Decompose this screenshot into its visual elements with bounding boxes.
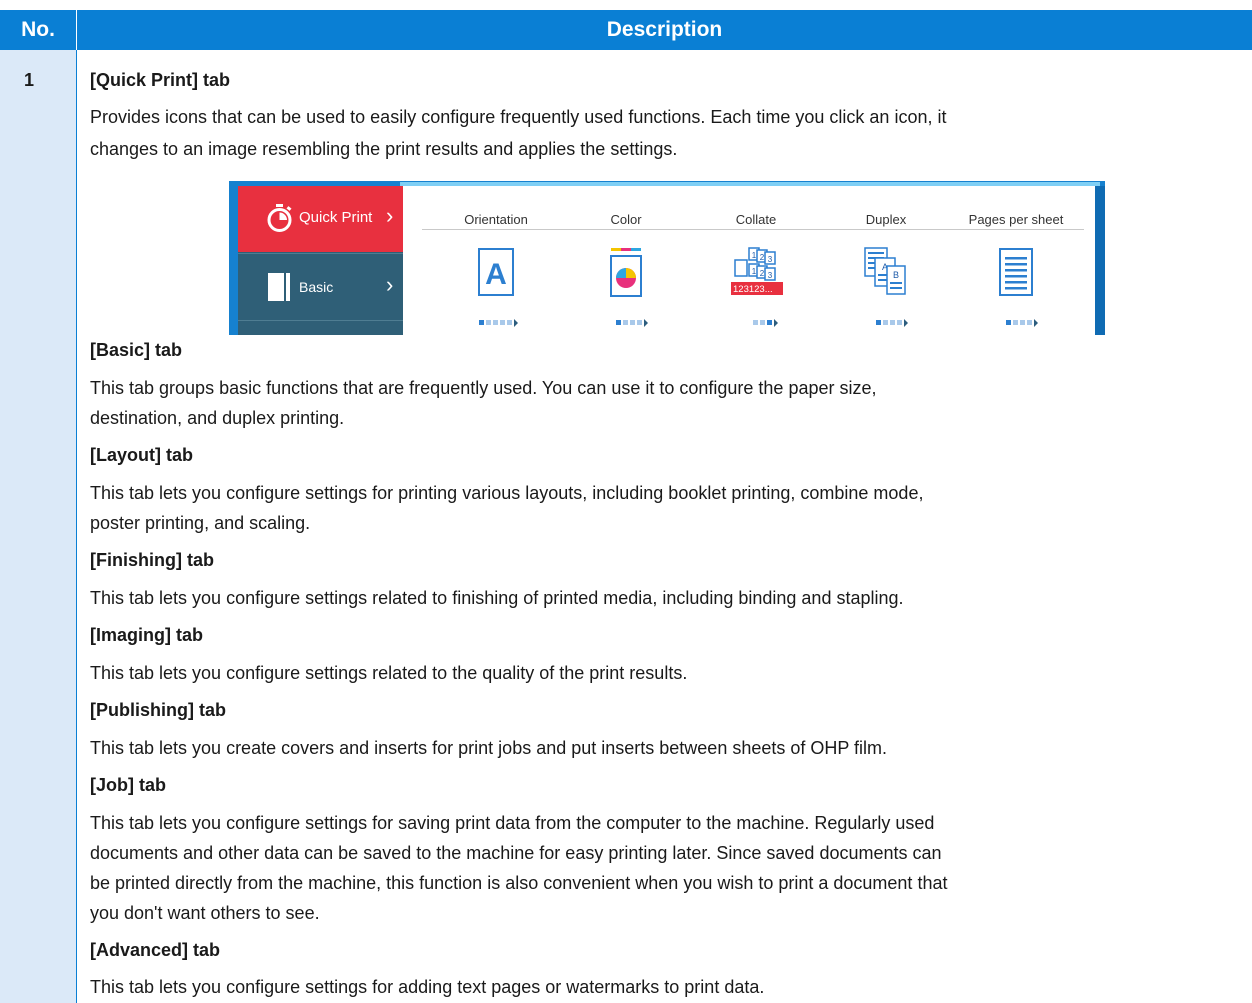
basic-text-2: destination, and duplex printing. bbox=[90, 408, 345, 428]
svg-text:2: 2 bbox=[760, 269, 765, 278]
layout-heading: [Layout] tab bbox=[90, 445, 193, 465]
sidebar-item-quick-print[interactable]: Quick Print › bbox=[238, 186, 403, 252]
quick-print-screenshot: Quick Print › Basic › Orientation A Colo… bbox=[229, 181, 1105, 335]
collate-stack-icon: 1 2 3 1 2 3 123123... bbox=[731, 247, 783, 295]
svg-text:3: 3 bbox=[768, 255, 773, 264]
single-page-icon bbox=[999, 248, 1033, 296]
svg-text:3: 3 bbox=[768, 271, 773, 280]
quick-print-options: Orientation A Color Collate 1 2 3 1 2 3 … bbox=[403, 186, 1095, 335]
sidebar-label-quick-print: Quick Print bbox=[299, 209, 373, 226]
job-text-2: documents and other data can be saved to… bbox=[90, 843, 942, 863]
sidebar-label-basic: Basic bbox=[299, 279, 334, 295]
svg-text:123123...: 123123... bbox=[733, 284, 773, 295]
job-text-3: be printed directly from the machine, th… bbox=[90, 873, 948, 893]
imaging-text-1: This tab lets you configure settings rel… bbox=[90, 663, 688, 683]
advanced-text-1: This tab lets you configure settings for… bbox=[90, 977, 765, 997]
finishing-text-1: This tab lets you configure settings rel… bbox=[90, 588, 904, 608]
svg-text:1: 1 bbox=[752, 251, 757, 260]
basic-heading: [Basic] tab bbox=[90, 340, 183, 360]
quick-print-text-1: Provides icons that can be used to easil… bbox=[90, 107, 947, 127]
svg-text:1: 1 bbox=[752, 267, 757, 276]
header-no: No. bbox=[21, 18, 55, 41]
svg-text:A: A bbox=[485, 258, 507, 291]
option-label: Pages per sheet bbox=[968, 212, 1064, 227]
job-text-1: This tab lets you configure settings for… bbox=[90, 813, 935, 833]
option-orientation[interactable]: Orientation A bbox=[431, 186, 561, 335]
chevron-right-icon: › bbox=[386, 203, 394, 228]
option-color[interactable]: Color bbox=[561, 186, 691, 335]
screenshot-right-border bbox=[1095, 186, 1105, 335]
column-divider bbox=[76, 50, 77, 1003]
option-dots bbox=[601, 319, 651, 327]
svg-text:B: B bbox=[893, 270, 899, 280]
svg-text:2: 2 bbox=[760, 253, 765, 262]
option-dots bbox=[471, 319, 521, 327]
option-label: Duplex bbox=[865, 212, 907, 227]
header-description: Description bbox=[606, 18, 723, 41]
job-heading: [Job] tab bbox=[90, 775, 166, 795]
basic-text-1: This tab groups basic functions that are… bbox=[90, 378, 877, 398]
option-dots bbox=[991, 319, 1041, 327]
option-dots bbox=[861, 319, 911, 327]
number-column bbox=[0, 50, 76, 1003]
layout-text-1: This tab lets you configure settings for… bbox=[90, 483, 924, 503]
option-label: Orientation bbox=[464, 212, 528, 227]
chevron-right-icon: › bbox=[386, 272, 394, 297]
quick-print-text-2: changes to an image resembling the print… bbox=[90, 139, 678, 159]
screenshot-sidebar: Quick Print › Basic › bbox=[238, 186, 403, 335]
option-label: Collate bbox=[735, 212, 777, 227]
page-icon bbox=[268, 273, 290, 301]
stopwatch-icon bbox=[267, 204, 292, 232]
portrait-letter-a-icon: A bbox=[478, 248, 514, 296]
option-dots bbox=[731, 319, 781, 327]
sidebar-item-basic[interactable]: Basic › bbox=[238, 253, 403, 321]
option-collate[interactable]: Collate 1 2 3 1 2 3 123123... bbox=[691, 186, 821, 335]
color-page-icon bbox=[610, 248, 642, 297]
duplex-pages-icon: A B bbox=[864, 247, 906, 295]
publishing-heading: [Publishing] tab bbox=[90, 700, 226, 720]
row-number: 1 bbox=[24, 70, 35, 90]
table-header: No. Description bbox=[0, 10, 1252, 50]
option-duplex[interactable]: Duplex A B bbox=[821, 186, 951, 335]
quick-print-heading: [Quick Print] tab bbox=[90, 70, 231, 90]
imaging-heading: [Imaging] tab bbox=[90, 625, 203, 645]
description-table: No. Description 1 [Quick Print] tab Prov… bbox=[0, 0, 1252, 1003]
publishing-text-1: This tab lets you create covers and inse… bbox=[90, 738, 888, 758]
advanced-heading: [Advanced] tab bbox=[90, 940, 221, 960]
option-pages-per-sheet[interactable]: Pages per sheet bbox=[951, 186, 1081, 335]
option-label: Color bbox=[610, 212, 642, 227]
job-text-4: you don't want others to see. bbox=[90, 903, 320, 923]
layout-text-2: poster printing, and scaling. bbox=[90, 513, 311, 533]
finishing-heading: [Finishing] tab bbox=[90, 550, 214, 570]
